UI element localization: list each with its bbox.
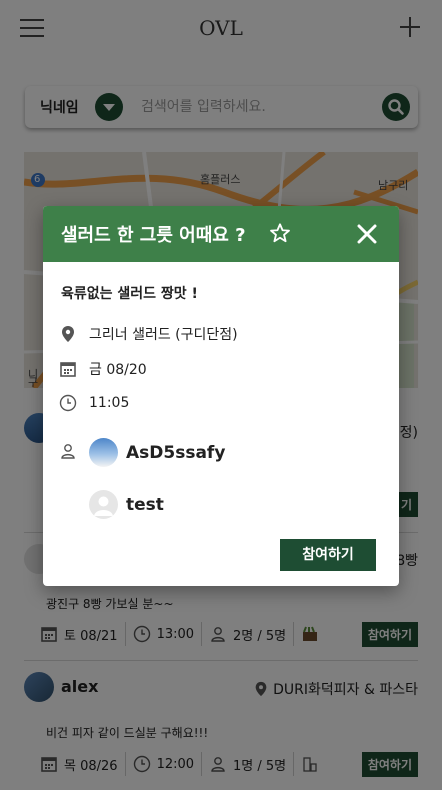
modal-time-label: 11:05 (89, 395, 130, 411)
calendar-icon (60, 362, 76, 377)
member-name: AsD5ssafy (126, 442, 226, 463)
clock-icon (59, 394, 77, 412)
member-item[interactable]: AsD5ssafy (89, 438, 225, 467)
default-avatar-icon (94, 496, 113, 516)
location-pin-icon (62, 326, 74, 342)
modal-place: 그리너 샐러드 (구디단점) (59, 324, 238, 344)
avatar (89, 490, 118, 519)
person-icon (61, 444, 75, 459)
modal-description: 육류없는 샐러드 짱맛 ! (61, 286, 198, 302)
close-icon[interactable] (357, 224, 377, 244)
avatar (89, 438, 118, 467)
modal-title: 샐러드 한 그릇 어때요 ? (61, 225, 246, 246)
join-button[interactable]: 참여하기 (280, 539, 376, 571)
modal-date-label: 금 08/20 (89, 362, 147, 378)
star-icon[interactable] (269, 222, 291, 244)
member-name: test (126, 494, 164, 515)
modal-place-label: 그리너 샐러드 (구디단점) (89, 327, 238, 343)
member-item[interactable]: test (89, 490, 164, 519)
modal-date: 금 08/20 (59, 359, 147, 379)
meeting-detail-modal: 샐러드 한 그릇 어때요 ? 육류없는 샐러드 짱맛 ! 그리너 샐러드 (구디… (43, 206, 399, 586)
modal-header: 샐러드 한 그릇 어때요 ? (43, 206, 399, 262)
modal-time: 11:05 (59, 394, 129, 412)
